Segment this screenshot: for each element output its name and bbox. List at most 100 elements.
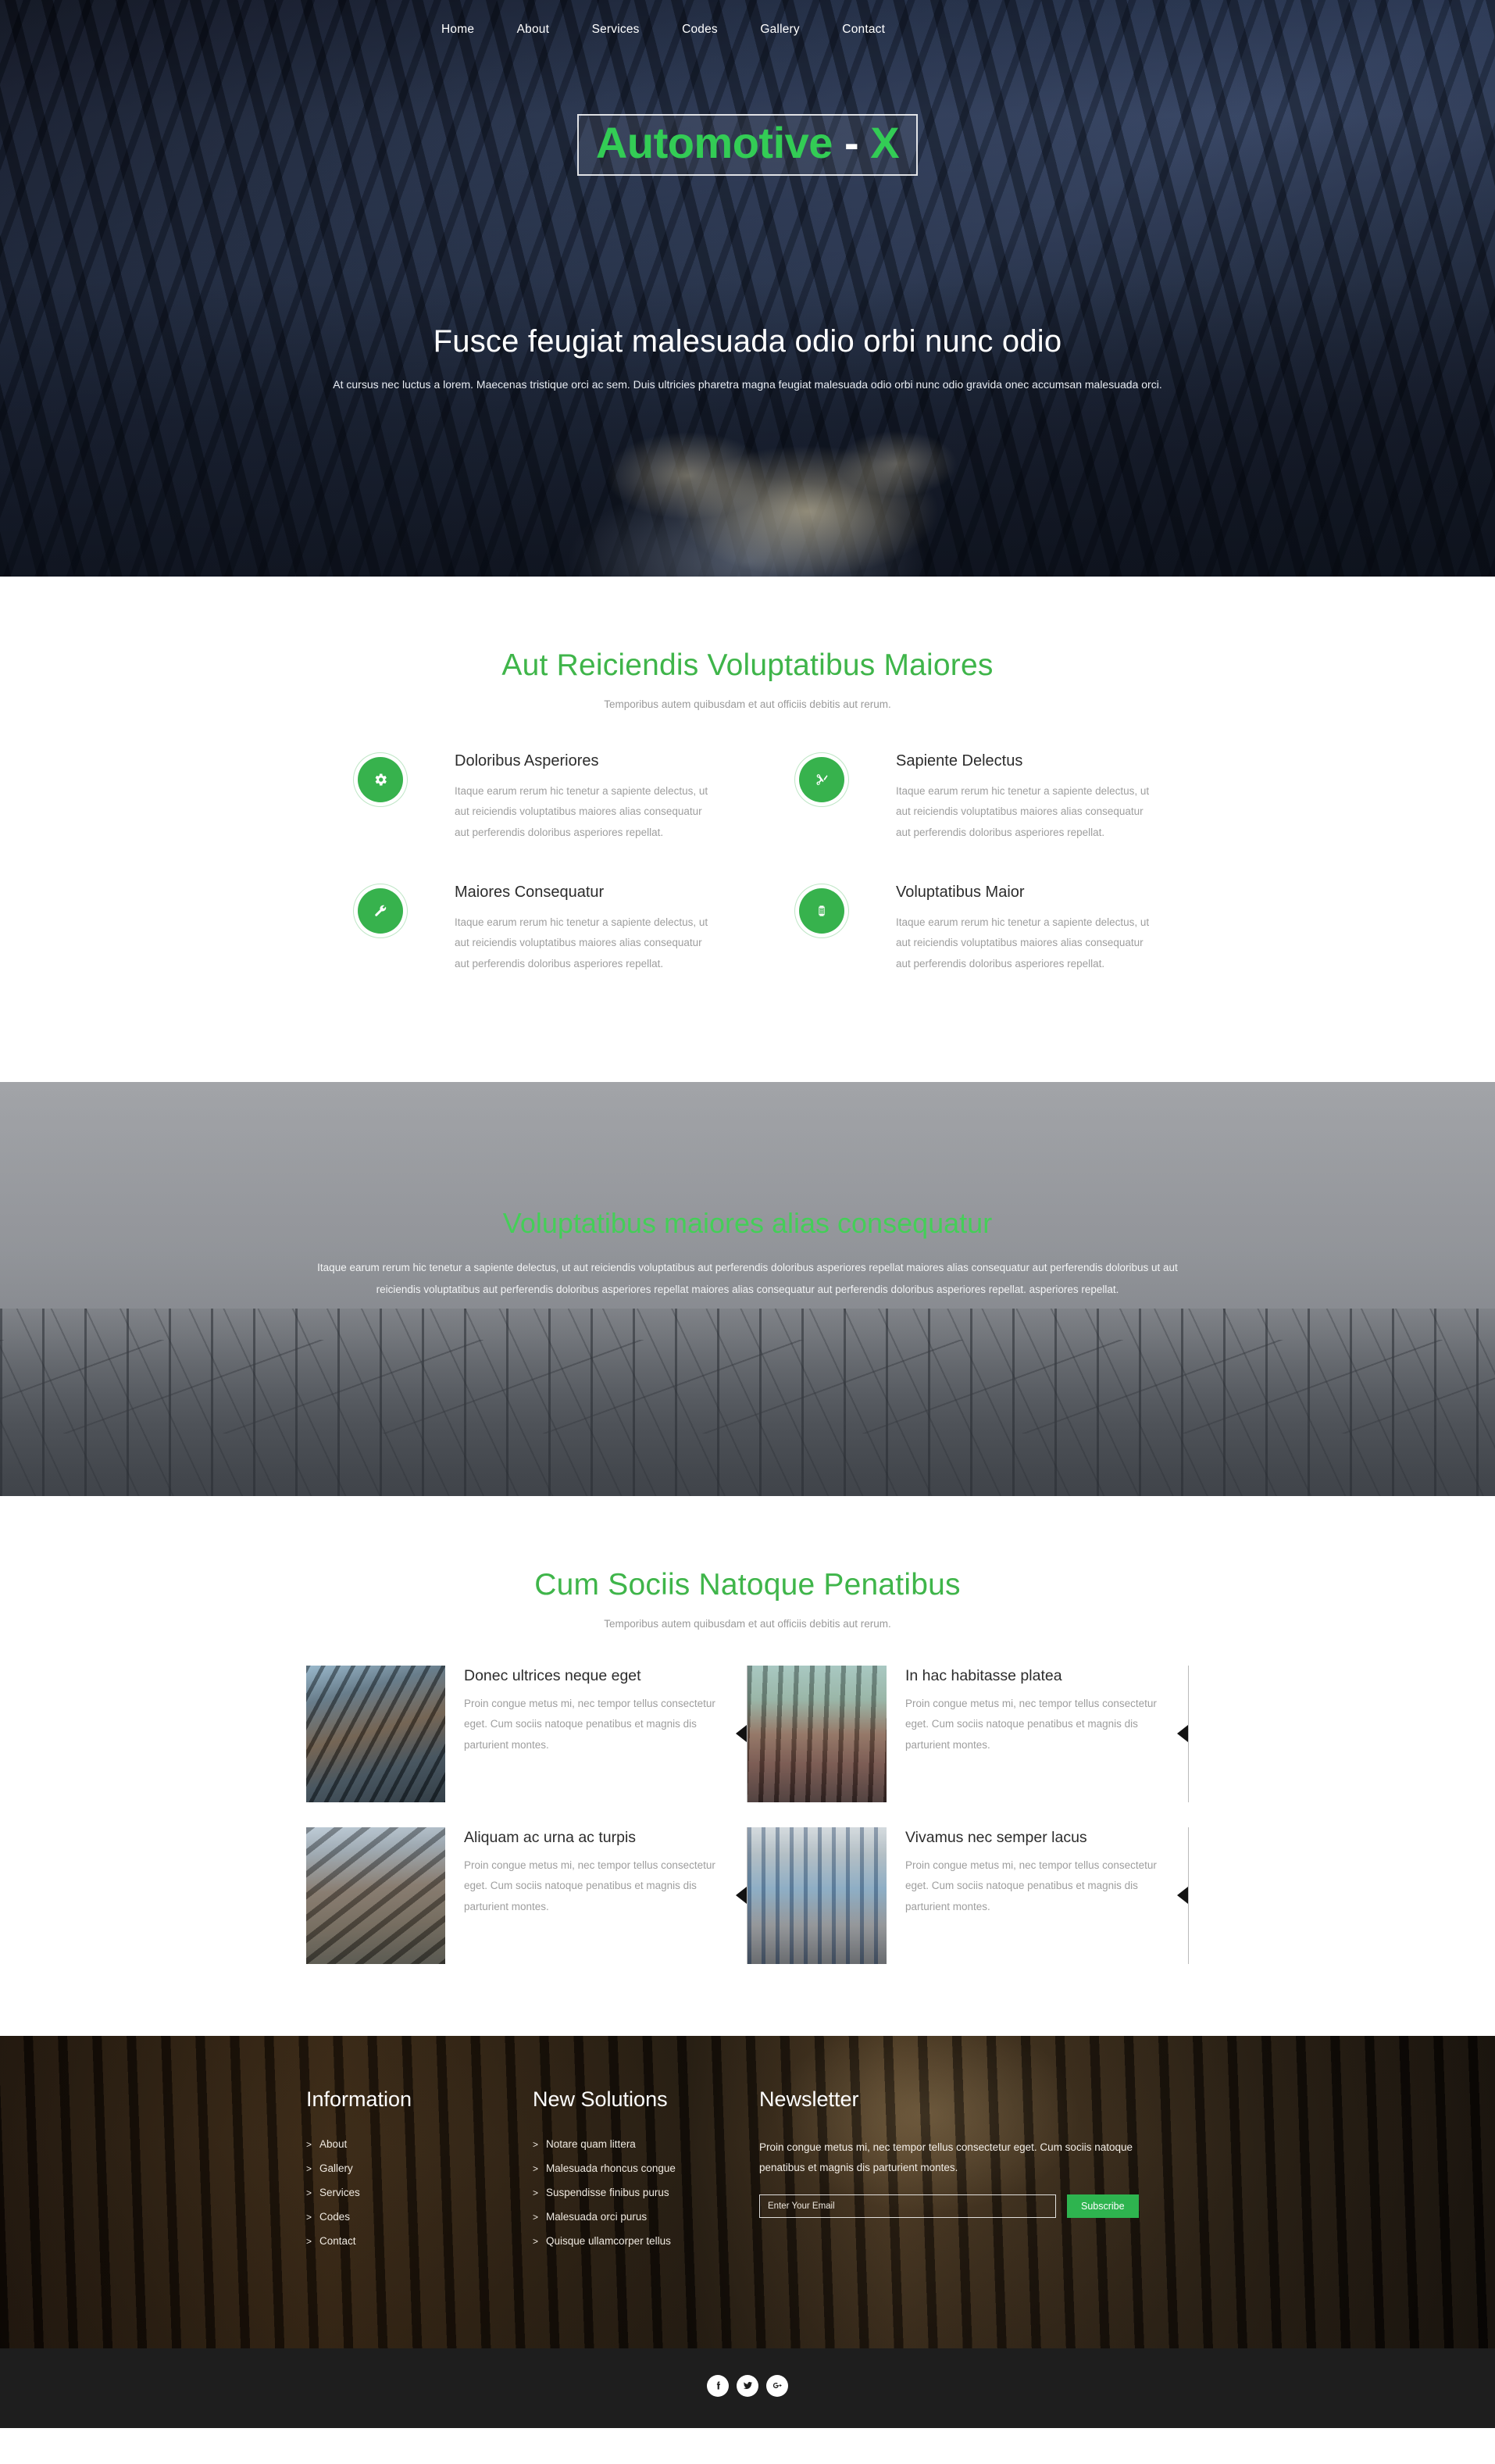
chevron-right-icon: > <box>533 2235 539 2247</box>
list-item[interactable]: > Services <box>306 2186 533 2200</box>
list-item[interactable]: > About <box>306 2137 533 2152</box>
newsletter-form[interactable]: Subscribe <box>759 2194 1189 2218</box>
logo-dash: - <box>844 118 859 167</box>
gallery-card-thumbnail[interactable] <box>748 1665 887 1802</box>
logo-box[interactable]: Automotive - X <box>576 114 919 176</box>
feature-text: Itaque earum rerum hic tenetur a sapient… <box>896 916 1150 970</box>
feature-text: Itaque earum rerum hic tenetur a sapient… <box>455 785 708 838</box>
footer-link-gallery[interactable]: Gallery <box>319 2162 353 2174</box>
gallery-card-thumbnail[interactable] <box>748 1827 887 1964</box>
chevron-right-icon: > <box>533 2211 539 2223</box>
footer-column-information: Information > About > Gallery > Services > C… <box>306 2087 533 2259</box>
google-plus-icon[interactable] <box>766 2374 788 2397</box>
footer-link-contact[interactable]: Contact <box>319 2235 356 2247</box>
footer-solution-link[interactable]: Suspendisse finibus purus <box>546 2187 669 2198</box>
feature-body: Sapiente Delectus Itaque earum rerum hic… <box>896 752 1189 843</box>
site-logo[interactable]: Automotive - X <box>0 114 1495 176</box>
gallery-card[interactable]: Aliquam ac urna ac turpis Proin congue m… <box>306 1827 748 1964</box>
footer-column-newsletter: Newsletter Proin congue metus mi, nec te… <box>759 2087 1189 2259</box>
list-item[interactable]: > Malesuada orci purus <box>533 2210 759 2224</box>
footer-link-codes[interactable]: Codes <box>319 2211 350 2223</box>
feature-item[interactable]: Voluptatibus Maior Itaque earum rerum hi… <box>748 884 1189 974</box>
main-navigation[interactable]: Home About Services Codes Gallery Contac… <box>441 0 1207 45</box>
features-grid: Doloribus Asperiores Itaque earum rerum … <box>306 710 1189 1082</box>
footer-solutions-title: New Solutions <box>533 2087 668 2111</box>
gallery-card-text: Proin congue metus mi, nec tempor tellus… <box>905 1697 1157 1751</box>
footer-newsletter-title: Newsletter <box>759 2087 859 2111</box>
chevron-right-icon: > <box>306 2211 312 2223</box>
newsletter-email-input[interactable] <box>759 2194 1056 2218</box>
bottom-bar <box>0 2348 1495 2428</box>
footer-column-solutions: New Solutions > Notare quam littera > Male… <box>533 2087 759 2259</box>
parallax-title: Voluptatibus maiores alias consequatur <box>502 1206 993 1239</box>
gallery-card[interactable]: In hac habitasse platea Proin congue met… <box>748 1665 1189 1802</box>
facebook-icon[interactable] <box>707 2374 729 2397</box>
twitter-icon[interactable] <box>737 2374 758 2397</box>
gallery-title: Cum Sociis Natoque Penatibus <box>534 1567 961 1602</box>
social-links <box>707 2374 788 2397</box>
list-item[interactable]: > Quisque ullamcorper tellus <box>533 2234 759 2248</box>
gallery-card-text: Proin congue metus mi, nec tempor tellus… <box>464 1859 715 1912</box>
subscribe-button[interactable]: Subscribe <box>1067 2194 1139 2218</box>
list-item[interactable]: > Notare quam littera <box>533 2137 759 2152</box>
nav-item-gallery[interactable]: Gallery <box>760 14 800 45</box>
feature-body: Maiores Consequatur Itaque earum rerum h… <box>455 884 748 974</box>
gallery-card-thumbnail[interactable] <box>306 1665 445 1802</box>
gallery-card[interactable]: Donec ultrices neque eget Proin congue m… <box>306 1665 748 1802</box>
gallery-card-title: In hac habitasse platea <box>905 1666 1062 1684</box>
nav-item-services[interactable]: Services <box>592 14 640 45</box>
chevron-right-icon: > <box>533 2187 539 2198</box>
nav-item-codes[interactable]: Codes <box>682 14 718 45</box>
footer-information-list: > About > Gallery > Services > Codes > Contac… <box>306 2137 533 2248</box>
list-item[interactable]: > Malesuada rhoncus congue <box>533 2162 759 2176</box>
parallax-section: Voluptatibus maiores alias consequatur I… <box>0 1081 1495 1496</box>
card-divider <box>1188 1827 1189 1964</box>
footer-solution-link[interactable]: Malesuada orci purus <box>546 2211 647 2223</box>
nav-item-home[interactable]: Home <box>441 14 474 45</box>
gallery-subtitle: Temporibus autem quibusdam et aut offici… <box>604 1617 891 1630</box>
gallery-card-text: Proin congue metus mi, nec tempor tellus… <box>905 1859 1157 1912</box>
footer-link-about[interactable]: About <box>319 2138 347 2150</box>
hero-copy: Fusce feugiat malesuada odio orbi nunc o… <box>0 324 1495 395</box>
scissors-icon <box>799 757 844 802</box>
services-title: Aut Reiciendis Voluptatibus Maiores <box>501 648 994 682</box>
gallery-card-text: Proin congue metus mi, nec tempor tellus… <box>464 1697 715 1751</box>
gallery-card-body: Vivamus nec semper lacus Proin congue me… <box>887 1827 1158 1964</box>
feature-title: Doloribus Asperiores <box>455 752 599 770</box>
services-section: Aut Reiciendis Voluptatibus Maiores Temp… <box>0 577 1495 1082</box>
feature-item[interactable]: Sapiente Delectus Itaque earum rerum hic… <box>748 752 1189 843</box>
gallery-card-thumbnail[interactable] <box>306 1827 445 1964</box>
arrow-left-icon[interactable] <box>736 1887 747 1905</box>
footer-solution-link[interactable]: Quisque ullamcorper tellus <box>546 2235 671 2247</box>
gear-icon <box>358 757 403 802</box>
list-item[interactable]: > Contact <box>306 2234 533 2248</box>
footer-solution-link[interactable]: Malesuada rhoncus congue <box>546 2162 676 2174</box>
list-item[interactable]: > Codes <box>306 2210 533 2224</box>
feature-item[interactable]: Doloribus Asperiores Itaque earum rerum … <box>306 752 748 843</box>
footer-solutions-list: > Notare quam littera > Malesuada rhoncus … <box>533 2137 759 2248</box>
hero-title: Fusce feugiat malesuada odio orbi nunc o… <box>433 323 1062 359</box>
chevron-right-icon: > <box>306 2138 312 2150</box>
list-item[interactable]: > Gallery <box>306 2162 533 2176</box>
chevron-right-icon: > <box>306 2235 312 2247</box>
card-divider <box>1188 1665 1189 1802</box>
wrench-icon <box>358 887 403 934</box>
feature-icon-wrap <box>748 884 896 974</box>
gallery-card[interactable]: Vivamus nec semper lacus Proin congue me… <box>748 1827 1189 1964</box>
feature-icon-wrap <box>306 752 455 843</box>
nav-item-about[interactable]: About <box>517 14 550 45</box>
nav-item-contact[interactable]: Contact <box>842 14 885 45</box>
feature-item[interactable]: Maiores Consequatur Itaque earum rerum h… <box>306 884 748 974</box>
feature-text: Itaque earum rerum hic tenetur a sapient… <box>455 916 708 970</box>
arrow-left-icon[interactable] <box>1177 1725 1188 1743</box>
feature-title: Maiores Consequatur <box>455 883 605 901</box>
arrow-left-icon[interactable] <box>1177 1887 1188 1905</box>
arrow-left-icon[interactable] <box>736 1725 747 1743</box>
list-item[interactable]: > Suspendisse finibus purus <box>533 2186 759 2200</box>
battery-icon <box>799 887 844 934</box>
logo-text: Automotive - X <box>596 118 900 167</box>
services-header: Aut Reiciendis Voluptatibus Maiores Temp… <box>306 577 1189 710</box>
footer-link-services[interactable]: Services <box>319 2187 360 2198</box>
footer-solution-link[interactable]: Notare quam littera <box>546 2138 636 2150</box>
chevron-right-icon: > <box>533 2138 539 2150</box>
